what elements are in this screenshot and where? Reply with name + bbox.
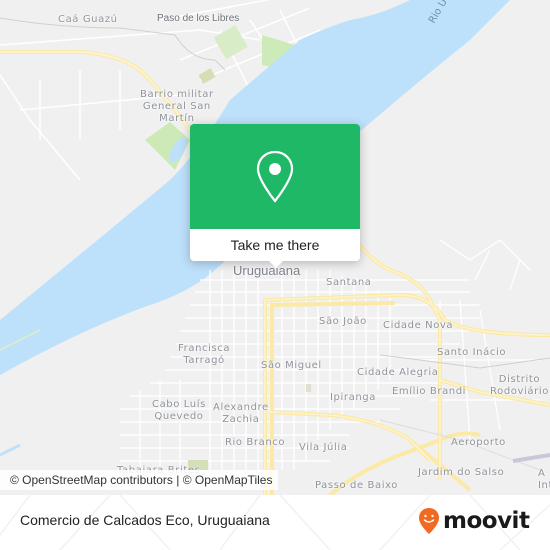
airport-runway [512, 453, 550, 463]
map-canvas[interactable]: Caá Guazú Paso de los Libres Barrio mili… [0, 0, 550, 495]
place-santana: Santana [326, 277, 372, 288]
park-area [213, 25, 248, 60]
footer-bar: Comercio de Calcados Eco, Uruguaiana moo… [0, 495, 550, 550]
moovit-pin-icon [419, 508, 439, 534]
place-ipiranga: Ipiranga [330, 392, 376, 403]
place-sao-joao: São João [319, 316, 367, 327]
moovit-wordmark: moovit [443, 508, 530, 534]
place-passo-de-baixo: Passo de Baixo [315, 480, 398, 491]
popup-header [190, 124, 360, 229]
place-aeroporto-internacional: A Int [538, 468, 550, 491]
moovit-logo[interactable]: moovit [418, 507, 530, 535]
place-cabo-luis-quevedo: Cabo Luís Quevedo [152, 399, 206, 422]
park-area [198, 68, 216, 84]
place-paso-de-los-libres: Paso de los Libres [157, 13, 240, 24]
place-cidade-alegria: Cidade Alegria [357, 367, 439, 378]
place-barrio-militar: Barrio militar General San Martín [140, 89, 214, 124]
place-francisca-tarrago: Francisca Tarragó [178, 343, 231, 366]
popup-tail [269, 261, 283, 268]
place-sao-miguel: São Miguel [261, 360, 322, 371]
place-jardim-do-salso: Jardim do Salso [418, 467, 505, 478]
place-emilio-brandi: Emílio Brandi [392, 386, 467, 397]
place-rio-branco: Rio Branco [225, 437, 286, 448]
place-santo-inacio: Santo Inácio [437, 347, 507, 358]
map-pin-icon [256, 150, 294, 203]
park-area [306, 384, 311, 392]
destination-popup[interactable]: Take me there [190, 124, 360, 268]
place-vila-julia: Vila Júlia [299, 442, 348, 453]
place-alexandre-zachia: Alexandre Zachia [213, 402, 269, 425]
place-aeroporto: Aeroporto [451, 437, 506, 448]
place-cidade-nova: Cidade Nova [383, 320, 454, 331]
map-attribution[interactable]: © OpenStreetMap contributors | © OpenMap… [0, 470, 279, 490]
place-caa-guazu: Caá Guazú [58, 14, 118, 25]
take-me-there-button[interactable]: Take me there [190, 229, 360, 261]
location-title: Comercio de Calcados Eco, Uruguaiana [20, 512, 270, 528]
place-distrito-rodoviario: Distrito Rodoviário [490, 374, 549, 397]
place-uruguaiana: Uruguaiana [233, 263, 301, 278]
